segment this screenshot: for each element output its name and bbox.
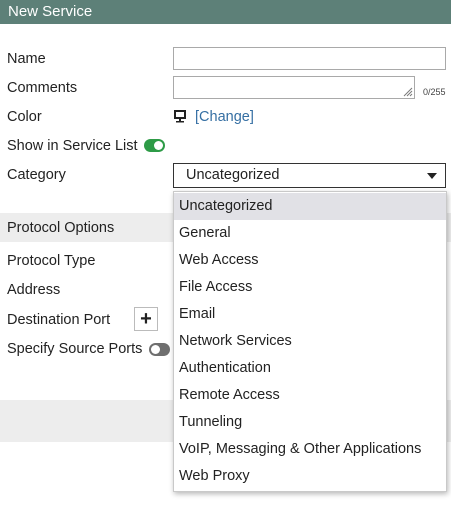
protocol-options-title: Protocol Options — [7, 220, 115, 236]
show-in-list-label: Show in Service List — [7, 138, 138, 154]
monitor-icon — [174, 110, 186, 123]
add-destination-port-button[interactable]: + — [134, 307, 158, 331]
dropdown-item-email[interactable]: Email — [174, 301, 446, 328]
comments-char-count: 0/255 — [423, 87, 446, 97]
category-select[interactable]: Uncategorized — [173, 163, 446, 188]
dropdown-item-network-services[interactable]: Network Services — [174, 328, 446, 355]
address-label: Address — [7, 282, 61, 298]
dropdown-item-tunneling[interactable]: Tunneling — [174, 409, 446, 436]
comments-label: Comments — [7, 80, 78, 96]
dialog-title: New Service — [0, 0, 451, 24]
dropdown-item-authentication[interactable]: Authentication — [174, 355, 446, 382]
dropdown-item-voip-messaging[interactable]: VoIP, Messaging & Other Applications — [174, 436, 446, 463]
category-dropdown-list[interactable]: Uncategorized General Web Access File Ac… — [173, 191, 447, 492]
source-ports-toggle[interactable] — [149, 343, 170, 356]
destination-port-label: Destination Port — [7, 312, 111, 328]
source-ports-label: Specify Source Ports — [7, 341, 143, 357]
resize-grip-icon[interactable] — [401, 85, 413, 97]
color-label: Color — [7, 109, 42, 125]
show-in-list-toggle[interactable] — [144, 139, 165, 152]
name-label: Name — [7, 51, 46, 67]
dropdown-item-file-access[interactable]: File Access — [174, 274, 446, 301]
dropdown-item-web-access[interactable]: Web Access — [174, 247, 446, 274]
dropdown-item-remote-access[interactable]: Remote Access — [174, 382, 446, 409]
toggle-knob — [151, 345, 160, 354]
toggle-knob — [154, 141, 163, 150]
dropdown-item-uncategorized[interactable]: Uncategorized — [174, 193, 446, 220]
plus-icon: + — [140, 307, 152, 330]
category-label: Category — [7, 167, 66, 183]
category-selected-value: Uncategorized — [186, 167, 280, 183]
dropdown-item-web-proxy[interactable]: Web Proxy — [174, 463, 446, 490]
comments-field[interactable] — [173, 76, 415, 99]
dropdown-item-general[interactable]: General — [174, 220, 446, 247]
caret-down-icon — [427, 173, 437, 179]
change-color-link[interactable]: [Change] — [195, 109, 254, 125]
protocol-type-label: Protocol Type — [7, 253, 96, 269]
name-field[interactable] — [173, 47, 446, 70]
